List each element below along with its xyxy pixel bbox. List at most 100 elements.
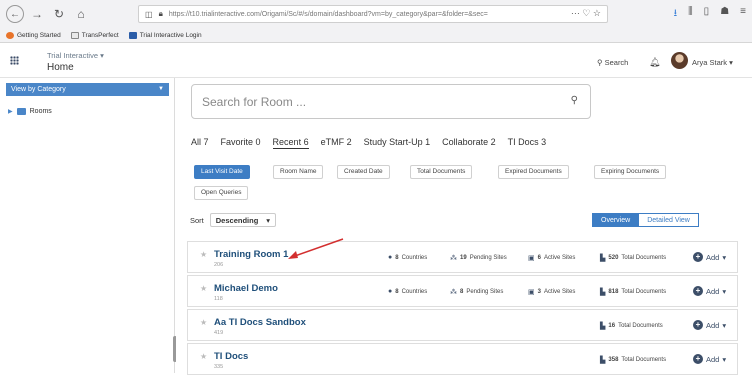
active-sites-stat: ▣ 3 Active Sites: [528, 288, 575, 296]
search-label: Search: [604, 58, 629, 67]
overview-button[interactable]: Overview: [592, 213, 640, 227]
sites-icon: ⁂: [450, 289, 457, 296]
folder-icon: [70, 31, 79, 39]
add-button[interactable]: + Add ▾: [693, 286, 726, 296]
pending-sites-stat: ⁂ 8 Pending Sites: [450, 288, 503, 296]
room-name[interactable]: Training Room 1: [214, 249, 288, 260]
bell-icon[interactable]: 🔔︎: [649, 57, 660, 68]
tab-recent[interactable]: Recent 6: [272, 137, 309, 149]
apps-grid-icon[interactable]: [10, 56, 19, 65]
room-id: 118: [214, 296, 223, 302]
pending-sites-label: Pending Sites: [466, 289, 504, 295]
pending-sites-label: Pending Sites: [469, 255, 507, 261]
total-docs-count: 520: [608, 255, 619, 261]
tab-collaborate[interactable]: Collaborate 2: [442, 137, 496, 149]
extension-icon[interactable]: ☗: [720, 6, 729, 23]
room-search-placeholder: Search for Room ...: [202, 94, 307, 109]
room-id: 419: [214, 330, 224, 336]
view-by-label: View by Category: [11, 86, 66, 93]
back-icon[interactable]: ←: [6, 5, 24, 23]
favorite-star-icon[interactable]: ★: [200, 318, 207, 327]
plus-icon: +: [693, 252, 703, 262]
library-icon[interactable]: ⫼: [688, 6, 693, 23]
document-icon: ▙: [600, 255, 606, 262]
chip-expired-documents[interactable]: Expired Documents: [498, 165, 569, 179]
sort-control: Sort Descending ▾: [190, 213, 277, 227]
countries-count: 8: [395, 254, 399, 261]
sidebar-item-rooms[interactable]: ▶ Rooms: [8, 108, 52, 115]
arrow-shaft: [291, 238, 344, 258]
view-by-dropdown[interactable]: View by Category ▼: [6, 83, 169, 96]
pending-sites-stat: ⁂ 19 Pending Sites: [450, 254, 507, 262]
total-docs-label: Total Documents: [621, 255, 667, 261]
tab-ti-docs[interactable]: TI Docs 3: [508, 137, 547, 149]
bookmark-getting-started[interactable]: Getting Started: [6, 31, 61, 39]
add-label: Add: [706, 252, 720, 262]
expand-icon[interactable]: ▶: [8, 108, 13, 115]
favorite-star-icon[interactable]: ★: [200, 250, 207, 259]
sidebar-item-label: Rooms: [29, 108, 52, 115]
chip-total-documents[interactable]: Total Documents: [410, 165, 473, 179]
detailed-view-button[interactable]: Detailed View: [639, 213, 699, 227]
countries-stat: ● 8 Countries: [388, 288, 427, 295]
chip-last-visit-date[interactable]: Last Visit Date: [194, 165, 250, 179]
room-name[interactable]: TI Docs: [214, 351, 248, 362]
active-sites-count: 6: [537, 255, 541, 261]
tab-etmf[interactable]: eTMF 2: [321, 137, 352, 149]
chip-room-name[interactable]: Room Name: [273, 165, 324, 179]
sort-direction-select[interactable]: Descending ▾: [209, 213, 277, 227]
room-row[interactable]: ★ TI Docs 335 ▙ 358 Total Documents + Add ▾: [187, 343, 738, 375]
room-name[interactable]: Aa TI Docs Sandbox: [214, 317, 306, 328]
menu-icon[interactable]: ≡: [740, 6, 746, 23]
bookmark-label: Getting Started: [17, 31, 61, 39]
reload-icon[interactable]: ↻: [50, 5, 68, 23]
sort-label: Sort: [190, 215, 204, 225]
sidebar-icon[interactable]: ▯: [704, 6, 710, 23]
room-tabs: All 7 Favorite 0 Recent 6 eTMF 2 Study S…: [191, 137, 546, 149]
room-row[interactable]: ★ Training Room 1 206 ● 8 Countries ⁂ 19 Pen…: [187, 241, 738, 273]
url-bar[interactable]: ◫ 🔒︎ https://t10.trialinteractive.com/Or…: [138, 5, 608, 23]
room-name[interactable]: Michael Demo: [214, 283, 278, 294]
bookmark-ti-login[interactable]: Trial Interactive Login: [128, 31, 202, 39]
total-docs-count: 16: [608, 323, 616, 329]
room-row[interactable]: ★ Aa TI Docs Sandbox 419 ▙ 16 Total Docume…: [187, 309, 738, 341]
room-id: 335: [214, 364, 224, 370]
add-button[interactable]: + Add ▾: [693, 354, 726, 364]
chip-open-queries[interactable]: Open Queries: [194, 186, 249, 200]
add-button[interactable]: + Add ▾: [693, 252, 726, 262]
globe-icon: ●: [388, 254, 393, 261]
avatar[interactable]: [671, 52, 688, 69]
favorite-star-icon[interactable]: ★: [200, 352, 207, 361]
room-search-input[interactable]: Search for Room ... ⚲: [191, 84, 591, 119]
search-icon[interactable]: ⚲: [571, 95, 578, 106]
user-menu[interactable]: Arya Stark ▾: [692, 58, 733, 67]
global-search-button[interactable]: ⚲ Search: [597, 58, 628, 67]
favorite-star-icon[interactable]: ★: [200, 284, 207, 293]
tab-study-startup[interactable]: Study Start-Up 1: [364, 137, 431, 149]
lock-icon: 🔒︎: [158, 9, 163, 18]
bookmark-transperfect[interactable]: TransPerfect: [70, 31, 119, 39]
page-title: Home: [47, 62, 74, 73]
home-icon[interactable]: ⌂: [72, 5, 90, 23]
annotation-arrow: [288, 238, 344, 259]
total-docs-label: Total Documents: [618, 323, 663, 329]
total-docs-stat: ▙ 818 Total Documents: [600, 288, 666, 296]
download-icon[interactable]: ⭳: [674, 6, 678, 23]
chip-created-date[interactable]: Created Date: [337, 165, 390, 179]
tab-all[interactable]: All 7: [191, 137, 209, 149]
active-sites-label: Active Sites: [543, 255, 576, 261]
bookmark-label: Trial Interactive Login: [139, 31, 202, 39]
main-content: Search for Room ... ⚲ All 7 Favorite 0 R…: [176, 78, 752, 375]
shield-icon: ◫: [145, 9, 153, 19]
app-switcher[interactable]: Trial Interactive ▾: [47, 51, 104, 60]
browser-toolbar: ⭳ ⫼ ▯ ☗ ≡: [674, 6, 746, 23]
room-row[interactable]: ★ Michael Demo 118 ● 8 Countries ⁂ 8 Pending…: [187, 275, 738, 307]
caret-down-icon: ▼: [158, 86, 164, 92]
url-actions[interactable]: ··· ♡ ☆: [566, 8, 601, 19]
document-icon: ▙: [600, 357, 606, 364]
tab-favorite[interactable]: Favorite 0: [221, 137, 261, 149]
chip-expiring-documents[interactable]: Expiring Documents: [594, 165, 667, 179]
forward-icon[interactable]: →: [28, 5, 46, 23]
ti-icon: [128, 31, 137, 39]
add-button[interactable]: + Add ▾: [693, 320, 726, 330]
